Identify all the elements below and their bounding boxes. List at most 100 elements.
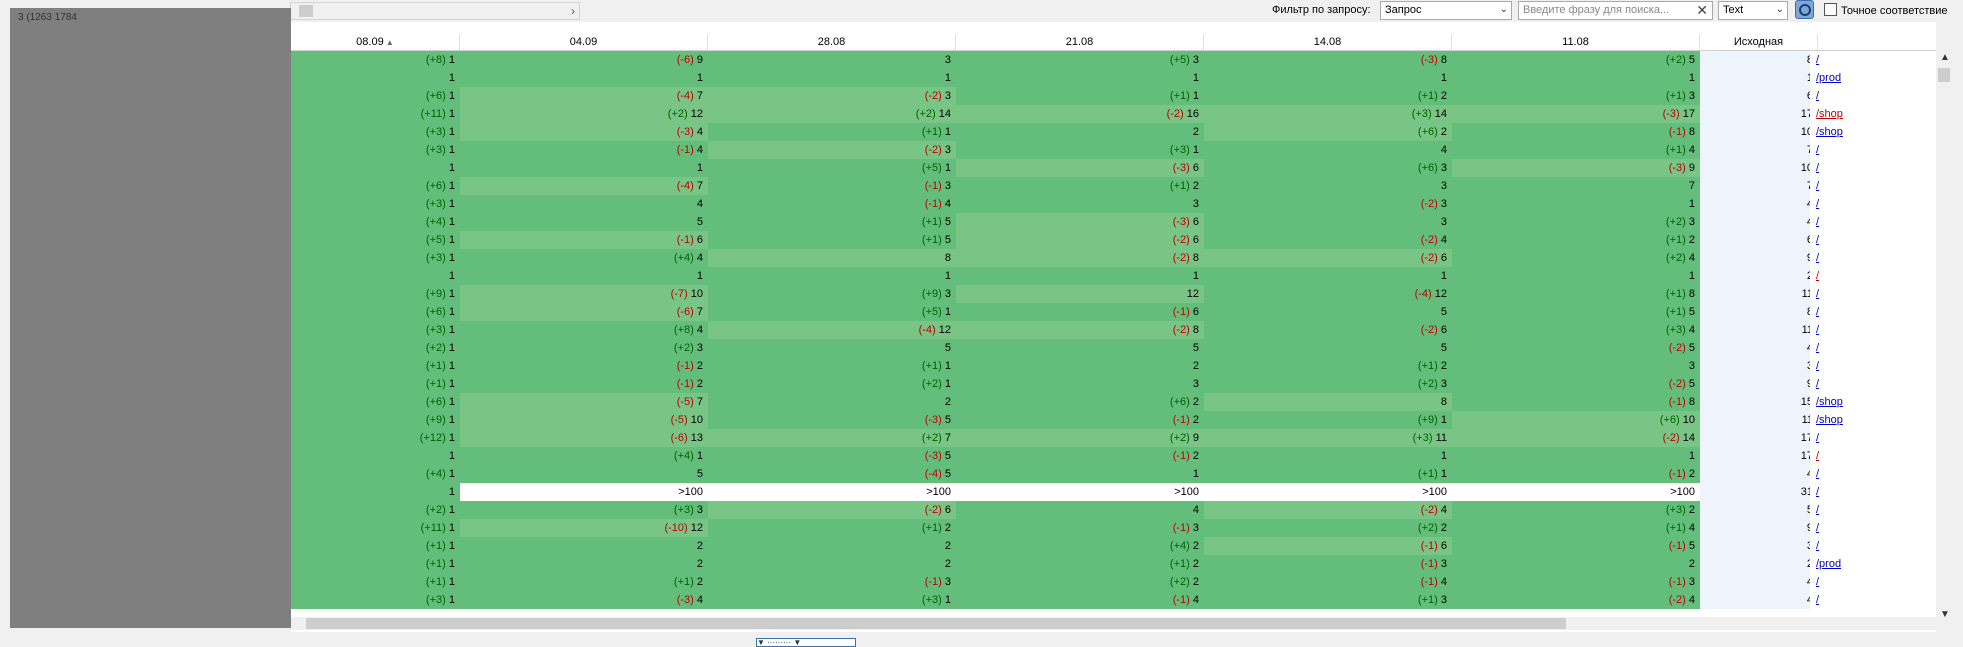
url-link[interactable]: / [1810, 87, 1850, 105]
table-row[interactable]: (+4) 15(-4) 51(+1) 1(-1) 24/ [291, 465, 1936, 483]
rank-cell: 1 [1204, 447, 1452, 465]
clear-icon[interactable]: ✕ [1696, 2, 1708, 19]
url-link[interactable]: /shop [1810, 411, 1850, 429]
top-scrollbar[interactable]: ‹ › [283, 2, 580, 20]
filter-select[interactable]: Запрос ⌄ [1380, 1, 1512, 20]
url-link[interactable]: / [1810, 591, 1850, 609]
url-link[interactable]: / [1810, 303, 1850, 321]
url-link[interactable]: /prod [1810, 555, 1850, 573]
table-row[interactable]: (+3) 1(-1) 4(-2) 3(+3) 14(+1) 47/ [291, 141, 1936, 159]
url-link[interactable]: / [1810, 51, 1850, 69]
table-row[interactable]: (+6) 1(-4) 7(-1) 3(+1) 2377/ [291, 177, 1936, 195]
url-link[interactable]: / [1810, 537, 1850, 555]
search-button[interactable] [1795, 0, 1814, 19]
column-header[interactable]: 04.09 [460, 34, 708, 50]
exact-match-checkbox[interactable]: Точное соответствие [1824, 3, 1948, 17]
rank-delta: -1 [1176, 306, 1187, 318]
url-link[interactable]: / [1810, 447, 1850, 465]
url-link[interactable]: / [1810, 249, 1850, 267]
horizontal-scroll-thumb[interactable] [306, 618, 1566, 629]
table-row[interactable]: (+1) 1(+1) 2(-1) 3(+2) 2(-1) 4(-1) 34/ [291, 573, 1936, 591]
column-header[interactable]: 11.08 [1452, 34, 1700, 50]
bottom-dropdown[interactable]: ▼ ········· ▼ [756, 638, 856, 647]
url-link[interactable]: / [1810, 573, 1850, 591]
url-link[interactable]: / [1810, 519, 1850, 537]
scroll-down-icon[interactable]: ▼ [1940, 609, 1950, 620]
table-row[interactable]: (+11) 1 (+2) 12 (+2) 14 (-2) 16 (+3) 14 (-3) … [291, 105, 1936, 123]
table-row[interactable]: (+1) 122(+1) 2(-1) 322/prod [291, 555, 1936, 573]
column-header[interactable]: 28.08 [708, 34, 956, 50]
horizontal-scrollbar[interactable] [291, 617, 1936, 630]
delta-close: ) [1676, 108, 1683, 120]
rank-value: 1 [1192, 468, 1199, 480]
table-row[interactable]: (+1) 1(-1) 2(+1) 12(+1) 233/ [291, 357, 1936, 375]
rank-value: 1 [448, 594, 455, 606]
table-row[interactable]: (+2) 1(+2) 3555(-2) 54/ [291, 339, 1936, 357]
rank-cell: (+2) 3 [460, 339, 708, 357]
column-header[interactable]: 14.08 [1204, 34, 1452, 50]
source-rank: 17 [1700, 447, 1818, 465]
url-link[interactable]: / [1810, 501, 1850, 519]
url-link[interactable]: /shop [1810, 105, 1850, 123]
table-row[interactable]: 1111112/ [291, 267, 1936, 285]
url-link[interactable]: / [1810, 159, 1850, 177]
table-row[interactable]: (+5) 1(-1) 6(+1) 5(-2) 6(-2) 4(+1) 26/ [291, 231, 1936, 249]
delta-close: ) [690, 396, 697, 408]
table-row[interactable]: 1 (+4) 1 (-3) 5 (-1) 2 1 1 17/ [291, 447, 1936, 465]
table-row[interactable]: (+12) 1 (-6) 13 (+2) 7 (+2) 9 (+3) 11 (-2) 14… [291, 429, 1936, 447]
url-link[interactable]: / [1810, 141, 1850, 159]
table-row[interactable]: (+4) 15(+1) 5(-3) 63(+2) 34/ [291, 213, 1936, 231]
scroll-thumb[interactable] [299, 5, 313, 17]
rank-delta: -3 [928, 450, 939, 462]
table-row[interactable]: (+1) 1(-1) 2(+2) 13(+2) 3(-2) 59/ [291, 375, 1936, 393]
url-link[interactable]: / [1810, 483, 1850, 501]
url-link[interactable]: / [1810, 267, 1850, 285]
table-row[interactable]: (+6) 1(-4) 7(-2) 3(+1) 1(+1) 2(+1) 36/ [291, 87, 1936, 105]
vertical-scrollbar[interactable]: ▲ ▼ [1936, 50, 1953, 620]
url-link[interactable]: / [1810, 195, 1850, 213]
table-row[interactable]: (+9) 1 (-5) 10 (-3) 5 (-1) 2 (+9) 1 (+6) 10 11… [291, 411, 1936, 429]
url-link[interactable]: / [1810, 357, 1850, 375]
table-row[interactable]: (+6) 1(-6) 7(+5) 1(-1) 65(+1) 58/ [291, 303, 1936, 321]
table-row[interactable]: (+1) 122(+4) 2(-1) 6(-1) 53/ [291, 537, 1936, 555]
column-header[interactable]: 08.09 ▲ [291, 34, 460, 50]
url-link[interactable]: / [1810, 213, 1850, 231]
scroll-up-icon[interactable]: ▲ [1940, 52, 1950, 63]
rank-cell: 12 [956, 285, 1204, 303]
rank-value: 8 [944, 252, 951, 264]
table-row[interactable]: (+8) 1(-6) 93(+5) 3(-3) 8(+2) 58/ [291, 51, 1936, 69]
table-row[interactable]: (+2) 1(+3) 3(-2) 64(-2) 4(+3) 25/ [291, 501, 1936, 519]
url-link[interactable]: / [1810, 231, 1850, 249]
rank-delta: +9 [925, 288, 939, 300]
table-row[interactable]: (+3) 1(+4) 48(-2) 8(-2) 6(+2) 49/ [291, 249, 1936, 267]
type-select[interactable]: Text ⌄ [1718, 1, 1788, 20]
url-link[interactable]: / [1810, 429, 1850, 447]
search-input[interactable]: Введите фразу для поиска... ✕ [1518, 1, 1713, 20]
url-link[interactable]: /shop [1810, 123, 1850, 141]
table-row[interactable]: 1 1 (+5) 1 (-3) 6 (+6) 3 (-3) 9 10/ [291, 159, 1936, 177]
url-link[interactable]: / [1810, 339, 1850, 357]
table-row[interactable]: 1111111/prod [291, 69, 1936, 87]
vertical-scroll-thumb[interactable] [1938, 68, 1950, 82]
url-link[interactable]: / [1810, 177, 1850, 195]
table-row[interactable]: (+9) 1 (-7) 10 (+9) 3 12 (-4) 12 (+1) 8 11/ [291, 285, 1936, 303]
table-row[interactable]: (+6) 1 (-5) 7 2 (+6) 2 8 (-1) 8 15/shop [291, 393, 1936, 411]
table-row[interactable]: (+11) 1(-10) 12(+1) 2(-1) 3(+2) 2(+1) 49… [291, 519, 1936, 537]
table-row[interactable]: (+3) 1 (+8) 4 (-4) 12 (-2) 8 (-2) 6 (+3) 4 11/ [291, 321, 1936, 339]
url-link[interactable]: / [1810, 285, 1850, 303]
column-header[interactable]: Исходная [1700, 34, 1818, 50]
column-header[interactable]: 21.08 [956, 34, 1204, 50]
table-row[interactable]: 1 >100 >100 >100 >100 >100 31/ [291, 483, 1936, 501]
url-link[interactable]: / [1810, 321, 1850, 339]
table-row[interactable]: (+3) 1 (-3) 4 (+1) 1 2 (+6) 2 (-1) 8 10/shop [291, 123, 1936, 141]
table-row[interactable]: (+3) 14(-1) 43(-2) 314/ [291, 195, 1936, 213]
url-link[interactable]: / [1810, 375, 1850, 393]
rank-value: 4 [1688, 144, 1695, 156]
url-link[interactable]: / [1810, 465, 1850, 483]
rank-cell: (+2) 2 [1204, 519, 1452, 537]
table-row[interactable]: (+3) 1(-3) 4(+3) 1(-1) 4(+1) 3(-2) 44/ [291, 591, 1936, 609]
url-link[interactable]: /prod [1810, 69, 1850, 87]
scroll-right-icon[interactable]: › [571, 4, 575, 18]
url-link[interactable]: /shop [1810, 393, 1850, 411]
source-rank: 3 [1700, 357, 1818, 375]
